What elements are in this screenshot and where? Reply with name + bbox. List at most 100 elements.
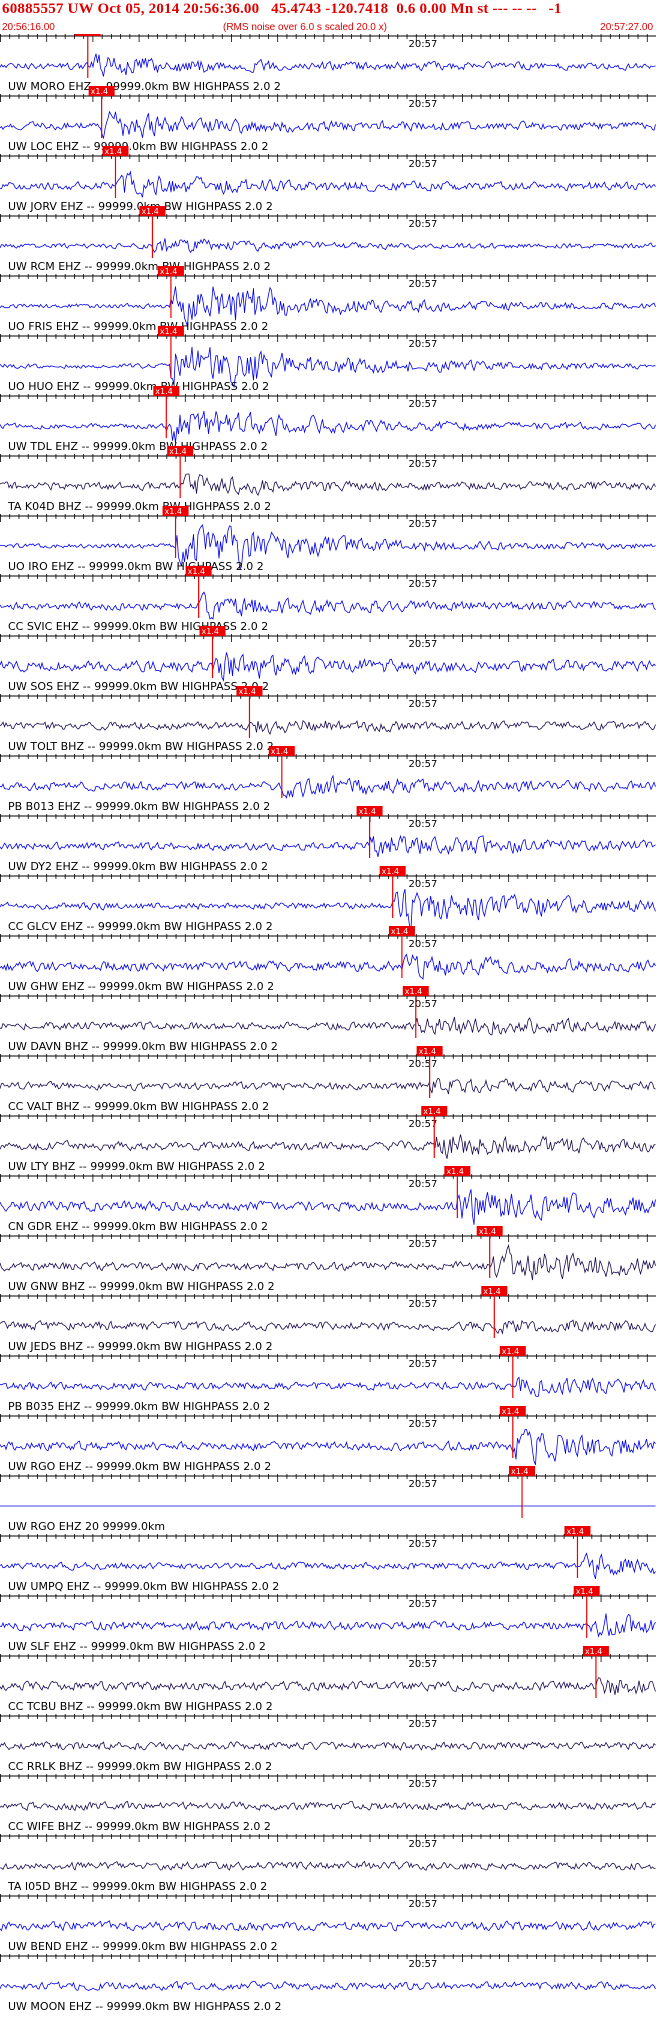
trace-row: 20:57x1.4TA K04D BHZ -- 99999.0km BW HIG… [0, 446, 656, 513]
station-label: UW DY2 EHZ -- 99999.0km BW HIGHPASS 2.0 … [8, 860, 268, 873]
trace-row: 20:57x1.4UW RCM EHZ -- 99999.0km BW HIGH… [0, 206, 656, 273]
pick-label: x1.4 [160, 327, 177, 336]
waveform-trace [0, 473, 656, 497]
station-label: TA K04D BHZ -- 99999.0km BW HIGHPASS 2.0… [7, 500, 271, 513]
minute-label: 20:57 [409, 1299, 438, 1310]
waveform-trace [0, 834, 656, 857]
pick-label: x1.4 [169, 447, 186, 456]
trace-row: 20:57 TA I05D BHZ -- 99999.0km BW HIGHPAS… [0, 1834, 656, 1893]
pick-label: x1.4 [160, 267, 177, 276]
minute-label: 20:57 [409, 1719, 438, 1730]
trace-row: 20:57 x1.4 UW RGO EHZ 20 99999.0km [0, 1466, 656, 1533]
station-label: UW GNW BHZ -- 99999.0km BW HIGHPASS 2.0 … [8, 1280, 275, 1293]
pick-label: x1.4 [238, 687, 255, 696]
waveform-trace [0, 1677, 656, 1695]
station-label: CC GLCV EHZ -- 99999.0km BW HIGHPASS 2.0… [8, 920, 273, 933]
station-label: PB B013 EHZ -- 99999.0km BW HIGHPASS 2.0… [8, 800, 270, 813]
waveform-trace [0, 170, 656, 198]
waveform-trace [0, 953, 656, 980]
trace-row: 20:57 x1.4 UW SLF EHZ -- 99999.0km BW HIGH… [0, 1586, 656, 1653]
station-label: UW TDL EHZ -- 99999.0km BW HIGHPASS 2.0 … [8, 440, 268, 453]
station-label: TA I05D BHZ -- 99999.0km BW HIGHPASS 2.0… [7, 1880, 267, 1893]
end-time: 20:57:27.00 [600, 22, 653, 33]
waveform-trace [0, 1980, 656, 1991]
trace-row: 20:57 x1.4 UW UMPQ EHZ -- 99999.0km BW HIG… [0, 1526, 656, 1593]
minute-label: 20:57 [409, 639, 438, 650]
station-label: UW SOS EHZ -- 99999.0km BW HIGHPASS 2.0 … [8, 680, 269, 693]
trace-row: 20:57x1.4UW SOS EHZ -- 99999.0km BW HIGH… [0, 626, 656, 693]
waveform-trace [0, 1077, 656, 1095]
trace-row: 20:57 x1.4 CN GDR EHZ -- 99999.0km BW HIGH… [0, 1166, 656, 1233]
minute-label: 20:57 [409, 1419, 438, 1430]
start-time: 20:56:16.00 [2, 22, 55, 33]
trace-row: 20:57x1.4UO IRO EHZ -- 99999.0km BW HIGH… [0, 506, 656, 573]
station-label: UW MORO EHZ -- 99999.0km BW HIGHPASS 2.0… [8, 80, 281, 93]
minute-label: 20:57 [409, 519, 438, 530]
trace-row: 20:57 x1.4 PB B035 EHZ -- 99999.0km BW HIG… [0, 1346, 656, 1413]
waveform-trace [0, 719, 656, 735]
pick-label: x1.4 [188, 567, 205, 576]
minute-label: 20:57 [409, 99, 438, 110]
minute-label: 20:57 [409, 1359, 438, 1370]
waveform-trace [0, 1134, 656, 1159]
trace-row: 20:57x1.4CC SVIC EHZ -- 99999.0km BW HIG… [0, 566, 656, 633]
trace-row: 20:57 x1.4 PB B013 EHZ -- 99999.0km BW HIG… [0, 746, 656, 813]
minute-label: 20:57 [409, 1959, 438, 1970]
pick-label: x1.4 [423, 1107, 440, 1116]
waveform-trace [0, 53, 656, 77]
minute-label: 20:57 [409, 459, 438, 470]
minute-label: 20:57 [409, 1659, 438, 1670]
station-label: UW RGO EHZ 20 99999.0km [8, 1520, 165, 1533]
pick-label: x1.4 [585, 1647, 602, 1656]
minute-label: 20:57 [409, 1179, 438, 1190]
minute-label: 20:57 [409, 159, 438, 170]
trace-row: 20:57x1.4UW TDL EHZ -- 99999.0km BW HIGH… [0, 386, 656, 453]
pick-label: x1.4 [165, 507, 182, 516]
station-label: PB B035 EHZ -- 99999.0km BW HIGHPASS 2.0… [8, 1400, 270, 1413]
minute-label: 20:57 [409, 699, 438, 710]
station-label: CC RRLK BHZ -- 99999.0km BW HIGHPASS 2.0… [8, 1760, 272, 1773]
pick-label: x1.4 [202, 627, 219, 636]
station-label: UW BEND EHZ -- 99999.0km BW HIGHPASS 2.0… [8, 1940, 278, 1953]
pick-label: x1.4 [479, 1227, 496, 1236]
station-label: UO HUO EHZ -- 99999.0km BW HIGHPASS 2.0 … [8, 380, 269, 393]
waveform-trace [0, 238, 656, 254]
trace-row: 20:57x1.4UW JORV EHZ -- 99999.0km BW HIG… [0, 146, 656, 213]
station-label: UW RCM EHZ -- 99999.0km BW HIGHPASS 2.0 … [8, 260, 271, 273]
station-label: UW DAVN BHZ -- 99999.0km BW HIGHPASS 2.0… [8, 1040, 278, 1053]
minute-label: 20:57 [409, 1119, 438, 1130]
waveform-trace [0, 110, 656, 139]
waveform-trace [0, 1613, 656, 1638]
trace-row: 20:57x1.4UW GHW EHZ -- 99999.0km BW HIGH… [0, 926, 656, 993]
minute-label: 20:57 [409, 1239, 438, 1250]
waveform-trace [0, 1319, 656, 1335]
pick-label: x1.4 [91, 87, 108, 96]
trace-row: 20:57x1.4UO FRIS EHZ -- 99999.0km BW HIG… [0, 266, 656, 333]
waveform-trace [0, 1243, 656, 1281]
pick-label: x1.4 [576, 1587, 593, 1596]
minute-label: 20:57 [409, 579, 438, 590]
trace-row: 20:57 UW BEND EHZ -- 99999.0km BW HIGHPAS… [0, 1894, 656, 1953]
minute-label: 20:57 [409, 759, 438, 770]
minute-label: 20:57 [409, 1599, 438, 1610]
trace-row: 20:57x1.4UW LOC EHZ -- 99999.0km BW HIGH… [0, 86, 656, 153]
station-label: UW MOON EHZ -- 99999.0km BW HIGHPASS 2.0… [8, 2000, 281, 2013]
trace-row: 20:57 x1.4 UW JEDS BHZ -- 99999.0km BW HIG… [0, 1286, 656, 1353]
pick-label: x1.4 [359, 807, 376, 816]
station-label: CC WIFE BHZ -- 99999.0km BW HIGHPASS 2.0… [8, 1820, 271, 1833]
minute-label: 20:57 [409, 339, 438, 350]
station-label: UW TOLT BHZ -- 99999.0km BW HIGHPASS 2.0… [8, 740, 274, 753]
station-label: UW SLF EHZ -- 99999.0km BW HIGHPASS 2.0 … [8, 1640, 266, 1653]
pick-label: x1.4 [104, 147, 121, 156]
pick-label: x1.4 [382, 867, 399, 876]
station-label: UW LTY BHZ -- 99999.0km BW HIGHPASS 2.0 … [8, 1160, 265, 1173]
minute-label: 20:57 [409, 39, 438, 50]
station-label: UO FRIS EHZ -- 99999.0km BW HIGHPASS 2.0… [8, 320, 268, 333]
pick-label: x1.4 [155, 387, 172, 396]
minute-label: 20:57 [409, 999, 438, 1010]
trace-row: 20:57 x1.4 CC GLCV EHZ -- 99999.0km BW HIG… [0, 866, 656, 933]
trace-row: 20:57 x1.4 CC VALT BHZ -- 99999.0km BW HIG… [0, 1046, 656, 1113]
waveform-trace [0, 591, 656, 620]
minute-label: 20:57 [409, 1539, 438, 1550]
pick-label: x1.4 [502, 1407, 519, 1416]
